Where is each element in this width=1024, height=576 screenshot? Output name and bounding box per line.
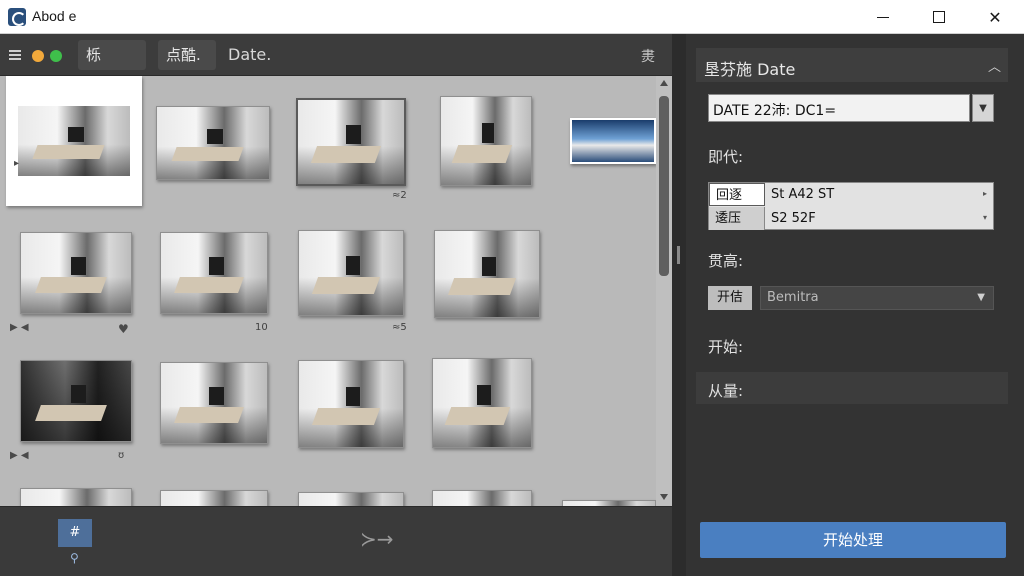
table-cell-value[interactable]: S2 52F	[765, 207, 993, 230]
close-icon: ✕	[988, 7, 1002, 27]
pin-icon[interactable]: ⚲	[70, 551, 79, 565]
panel-divider[interactable]	[672, 34, 686, 576]
photo-browser-panel: 栎犹...⌄ 点酷. Date. 㶳 ≈2 ▸	[0, 34, 672, 576]
chevron-right-icon[interactable]: ▸	[983, 189, 987, 198]
table-cell-value[interactable]: St A42 ST	[765, 183, 993, 206]
field-label-2: 贯高:	[708, 252, 744, 270]
app-logo-icon	[8, 8, 26, 26]
row-marker: ▸	[14, 158, 20, 169]
settings-icon[interactable]: 㶳	[641, 46, 655, 66]
close-button[interactable]: ✕	[972, 0, 1018, 34]
thumbnail-caption: ≈2	[392, 190, 407, 201]
maximize-icon	[933, 11, 945, 23]
divider-grip-icon[interactable]	[677, 246, 680, 264]
minimize-icon	[877, 16, 889, 18]
thumbnail-r1c1[interactable]	[6, 76, 142, 206]
grid-icon: #	[69, 525, 81, 540]
view-button-label: 点酷.	[166, 46, 201, 64]
scrollbar-thumb[interactable]	[659, 96, 669, 276]
scroll-down-icon[interactable]	[660, 494, 668, 500]
date-format-field[interactable]: DATE 22沛: DC1=	[708, 94, 970, 122]
thumbnail-r2c1[interactable]	[20, 232, 132, 314]
thumbnail-r3c4[interactable]	[432, 358, 532, 448]
maximize-button[interactable]	[916, 0, 962, 34]
thumbnail-r4c3[interactable]	[298, 492, 404, 506]
view-button[interactable]: 点酷.	[158, 40, 216, 70]
date-format-value: DATE 22沛: DC1=	[713, 103, 837, 119]
thumbnail-caption: 10	[255, 322, 268, 333]
thumbnail-r4c2[interactable]	[160, 490, 268, 506]
thumbnail-r4c1[interactable]	[20, 488, 132, 506]
app-window: Abod e ✕ 栎犹...⌄ 点酷. Date. 㶳	[0, 0, 1024, 576]
yellow-dot-icon[interactable]	[32, 50, 44, 62]
table-cell-key[interactable]: 回逐	[709, 183, 765, 206]
thumbnail-r2c2[interactable]	[160, 232, 268, 314]
window-title: Abod e	[32, 8, 77, 24]
field-label-3: 开始:	[708, 338, 744, 356]
thumbnail-r1c2[interactable]	[156, 106, 270, 180]
thumbnail-caption: ≈5	[392, 322, 407, 333]
thumbnail-caption: ʊ	[118, 450, 125, 461]
row-marker: ▶ ◀	[10, 322, 29, 333]
chevron-down-icon: ▼	[977, 292, 985, 303]
thumbnail-r3c3[interactable]	[298, 360, 404, 448]
chevron-up-icon[interactable]: ︿	[988, 56, 1001, 75]
field-label-4: 从量:	[708, 382, 744, 400]
thumbnail-grid: ≈2 ▸ 10 ≈5 ▶ ◀ ♥ ʊ ▶ ◀	[0, 76, 656, 506]
date-label: Date.	[228, 45, 272, 64]
browser-bottom-bar: # ⚲ ≻→	[0, 506, 672, 576]
filter-tag-button[interactable]: 开佶	[708, 286, 752, 310]
thumbnail-r3c2[interactable]	[160, 362, 268, 444]
thumbnail-r4c4[interactable]	[432, 490, 532, 506]
thumbnail-r2c4[interactable]	[434, 230, 540, 318]
hamburger-icon[interactable]	[9, 50, 21, 60]
title-bar: Abod e ✕	[0, 0, 1024, 34]
start-processing-button[interactable]: 开始处理	[700, 522, 1006, 558]
section-title: 垦芬施 Date	[704, 60, 796, 79]
thumbnail-r1c4[interactable]	[440, 96, 532, 186]
filter-row: 开佶 Bemitra ▼	[708, 286, 994, 310]
date-format-dropdown-button[interactable]: ▼	[972, 94, 994, 122]
chevron-down-icon[interactable]: ▾	[983, 213, 987, 222]
grid-view-button[interactable]: #	[58, 519, 92, 547]
thumbnail-r3c1[interactable]	[20, 360, 132, 442]
vertical-scrollbar[interactable]	[656, 76, 672, 506]
minimize-button[interactable]	[860, 0, 906, 34]
heart-icon[interactable]: ♥	[118, 322, 129, 336]
table-cell-key[interactable]: 逶压	[709, 207, 765, 230]
browser-toolbar: 栎犹...⌄ 点酷. Date. 㶳	[0, 34, 672, 94]
filter-select[interactable]: Bemitra ▼	[760, 286, 994, 310]
settings-panel: 垦芬施 Date ︿ DATE 22沛: DC1= ▼ 即代: 回逐 St A4…	[686, 34, 1024, 576]
row-marker: ▶ ◀	[10, 450, 29, 461]
chevron-down-icon: ▼	[979, 103, 987, 114]
settings-section-header[interactable]: 垦芬施 Date ︿	[696, 48, 1008, 82]
next-arrow-icon[interactable]: ≻→	[360, 527, 394, 551]
drag-preview-photo[interactable]	[570, 118, 656, 164]
thumbnail-r1c3[interactable]	[296, 98, 406, 186]
filter-select-value: Bemitra	[767, 290, 819, 305]
green-dot-icon[interactable]	[50, 50, 62, 62]
sort-dropdown-button[interactable]: 栎犹...⌄	[78, 40, 146, 94]
thumbnail-r2c3[interactable]	[298, 230, 404, 316]
scroll-up-icon[interactable]	[660, 80, 668, 86]
field-label-1: 即代:	[708, 148, 744, 166]
pattern-table: 回逐 St A42 ST ▸ 逶压 S2 52F ▾	[708, 182, 994, 230]
